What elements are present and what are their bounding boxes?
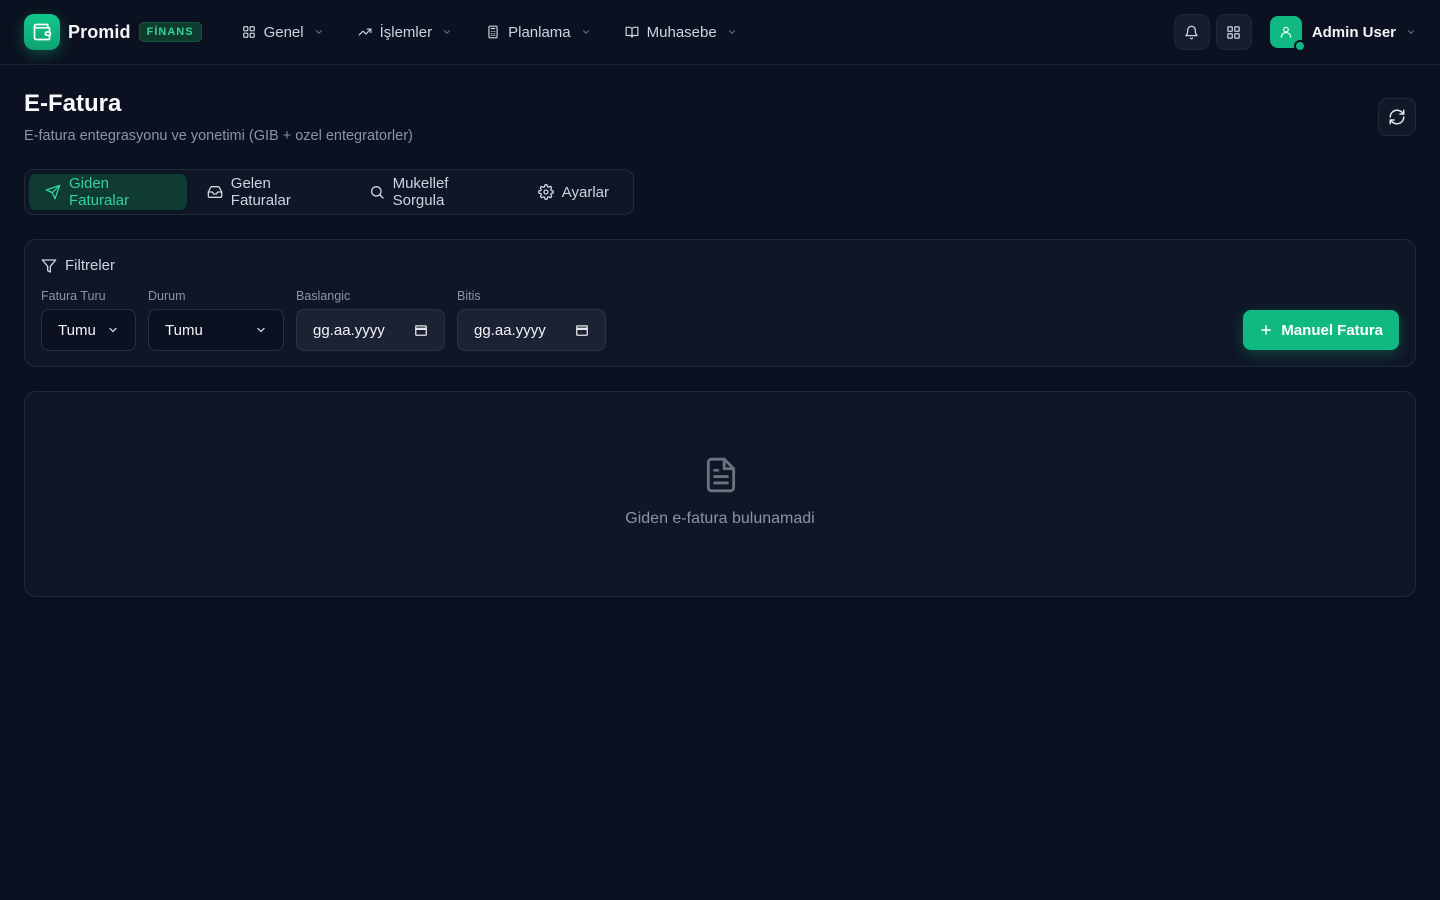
chevron-down-icon [442, 27, 452, 37]
file-text-icon [702, 456, 740, 494]
calendar-icon [414, 323, 428, 337]
status-field: Durum Tumu [148, 289, 284, 351]
manual-invoice-button[interactable]: Manuel Fatura [1243, 310, 1399, 350]
filter-title: Filtreler [65, 257, 116, 274]
user-icon [1279, 25, 1293, 39]
notifications-button[interactable] [1173, 14, 1210, 50]
start-date-field: Baslangic gg.aa.yyyy [296, 289, 445, 351]
send-icon [45, 184, 61, 200]
page-header: E-Fatura E-fatura entegrasyonu ve yoneti… [24, 90, 413, 144]
online-status-dot [1293, 40, 1306, 52]
nav-item-label: Genel [263, 23, 304, 41]
book-open-icon [625, 25, 639, 39]
nav-item-muhasebe[interactable]: Muhasebe [617, 14, 745, 50]
filter-icon [41, 258, 57, 274]
user-menu[interactable]: Admin User [1269, 16, 1416, 52]
tab-gelen-faturalar[interactable]: Gelen Faturalar [191, 174, 349, 210]
tab-label: Giden Faturalar [69, 175, 130, 209]
chevron-down-icon [1406, 27, 1416, 37]
avatar [1269, 16, 1306, 52]
inbox-icon [207, 184, 223, 200]
tab-bar: Giden Faturalar Gelen Faturalar Mukellef… [24, 169, 634, 215]
nav-item-label: İşlemler [379, 23, 433, 41]
grid-icon [242, 25, 256, 39]
end-date-field: Bitis gg.aa.yyyy [457, 289, 606, 351]
tab-label: Mukellef Sorgula [392, 175, 449, 209]
brand-name: Promid [68, 21, 131, 42]
tab-giden-faturalar[interactable]: Giden Faturalar [29, 174, 187, 210]
chevron-down-icon [581, 27, 591, 37]
tab-mukellef-sorgula[interactable]: Mukellef Sorgula [353, 174, 518, 210]
page-subtitle: E-fatura entegrasyonu ve yonetimi (GIB +… [24, 128, 413, 144]
end-date-input[interactable]: gg.aa.yyyy [457, 309, 606, 351]
tab-ayarlar[interactable]: Ayarlar [522, 174, 625, 210]
nav-item-genel[interactable]: Genel [234, 14, 332, 50]
chevron-down-icon [107, 324, 119, 336]
select-value: Tumu [165, 321, 203, 339]
refresh-button[interactable] [1378, 98, 1416, 136]
tab-label: Ayarlar [561, 183, 610, 201]
select-value: Tumu [58, 321, 96, 339]
field-label: Durum [148, 289, 186, 303]
wallet-icon [24, 14, 60, 50]
date-placeholder: gg.aa.yyyy [313, 321, 385, 339]
field-label: Bitis [457, 289, 481, 303]
trending-up-icon [358, 25, 372, 39]
tab-label: Gelen Faturalar [230, 175, 291, 209]
page-title: E-Fatura [24, 90, 122, 117]
start-date-input[interactable]: gg.aa.yyyy [296, 309, 445, 351]
calculator-icon [486, 25, 500, 39]
nav-item-planlama[interactable]: Planlama [478, 14, 599, 50]
nav-item-label: Muhasebe [646, 23, 717, 41]
header-actions: Admin User [1168, 14, 1416, 52]
plus-icon [1259, 323, 1273, 337]
filter-header: Filtreler [41, 257, 115, 274]
top-navbar: Promid FİNANS Genel İşlemler Planlama Mu… [0, 0, 1440, 65]
button-label: Manuel Fatura [1281, 321, 1383, 339]
empty-state-message: Giden e-fatura bulunamadi [625, 510, 815, 527]
bell-icon [1184, 25, 1199, 40]
brand-badge: FİNANS [138, 22, 202, 42]
calendar-icon [575, 323, 589, 337]
chevron-down-icon [314, 27, 324, 37]
nav-item-label: Planlama [508, 23, 571, 41]
nav-item-islemler[interactable]: İşlemler [350, 14, 461, 50]
invoice-type-field: Fatura Turu Tumu [41, 289, 136, 351]
field-label: Fatura Turu [41, 289, 106, 303]
status-select[interactable]: Tumu [148, 309, 284, 351]
chevron-down-icon [727, 27, 737, 37]
search-icon [369, 184, 385, 200]
apps-button[interactable] [1215, 14, 1252, 50]
invoice-list-panel: Giden e-fatura bulunamadi [24, 391, 1416, 597]
user-name: Admin User [1311, 23, 1396, 41]
chevron-down-icon [255, 324, 267, 336]
main-nav: Genel İşlemler Planlama Muhasebe [234, 14, 763, 50]
gear-icon [537, 184, 554, 200]
field-label: Baslangic [296, 289, 351, 303]
invoice-type-select[interactable]: Tumu [41, 309, 136, 351]
refresh-icon [1388, 108, 1406, 126]
filter-panel: Filtreler Fatura Turu Tumu Durum Tumu Ba… [24, 239, 1416, 367]
apps-grid-icon [1226, 25, 1241, 40]
date-placeholder: gg.aa.yyyy [474, 321, 546, 339]
brand[interactable]: Promid FİNANS [24, 14, 202, 50]
